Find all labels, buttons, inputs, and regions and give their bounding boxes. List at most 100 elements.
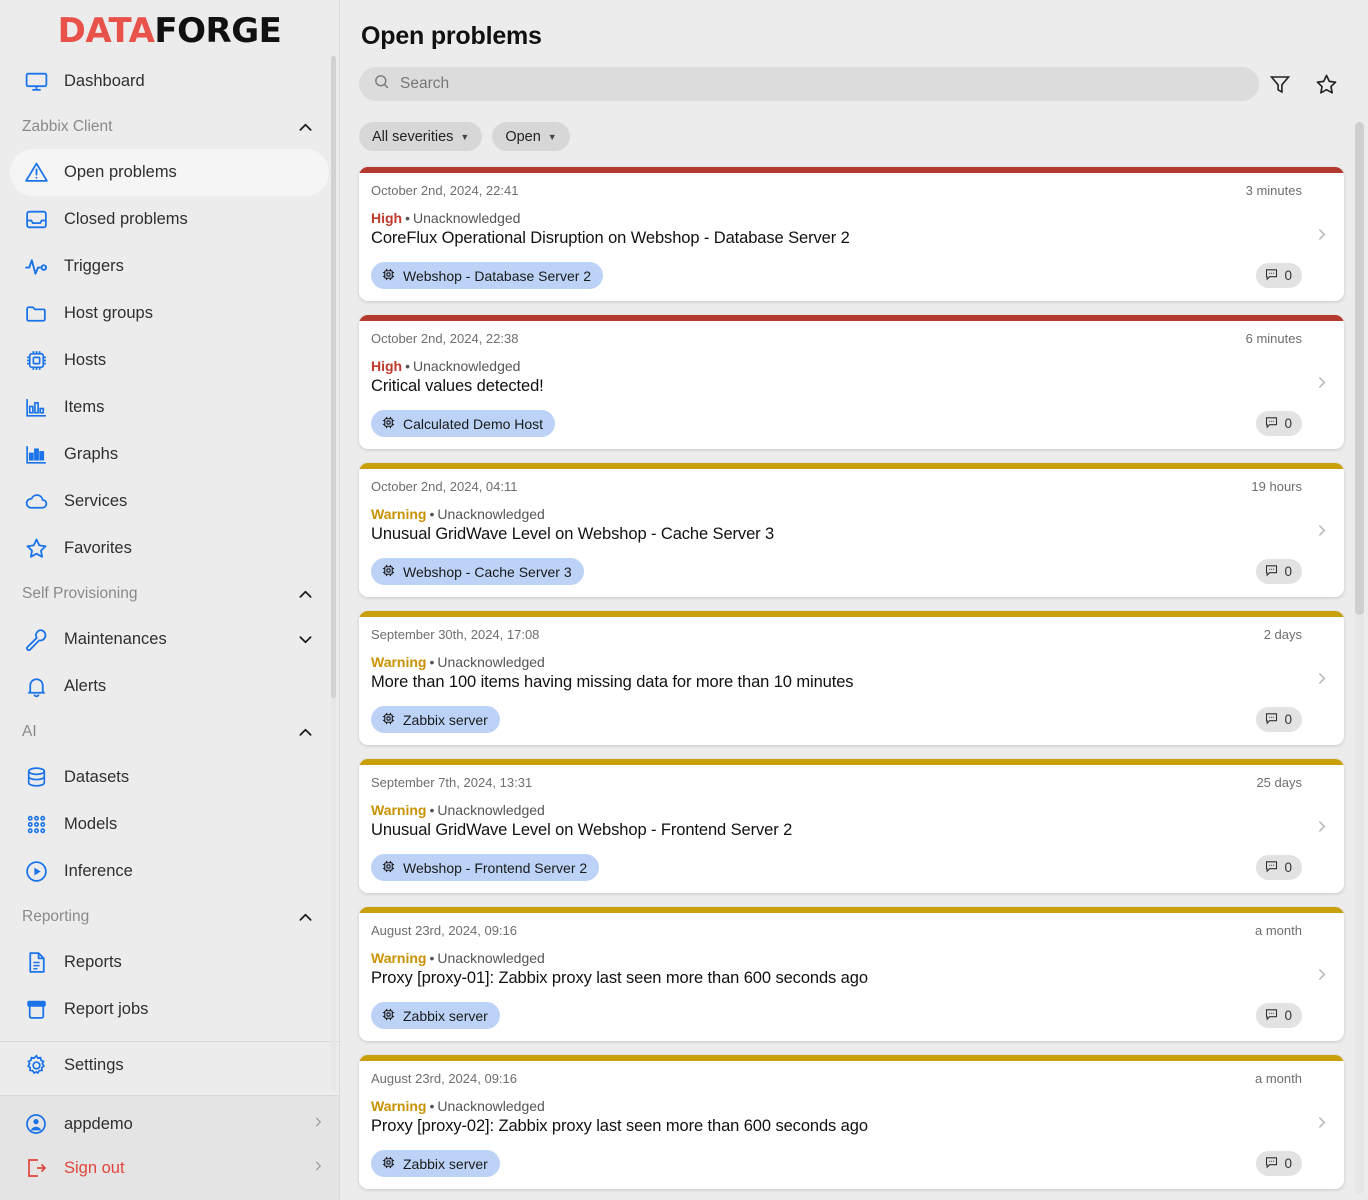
host-chip[interactable]: Calculated Demo Host [371, 410, 555, 437]
comment-count-badge[interactable]: 0 [1256, 263, 1302, 288]
main-content: Open problems Search [340, 0, 1368, 1200]
separator-dot: • [429, 506, 434, 522]
problem-card[interactable]: August 23rd, 2024, 09:16 a month Warning… [359, 1055, 1344, 1189]
sidebar-item-reports[interactable]: Reports [10, 939, 329, 986]
chevron-right-icon[interactable] [1313, 670, 1330, 692]
main-scrollbar-thumb[interactable] [1355, 122, 1364, 615]
sidebar-section-title: Reporting [22, 908, 89, 926]
chevron-right-icon[interactable] [1313, 1114, 1330, 1136]
severity-label: High [371, 358, 402, 374]
problem-card[interactable]: October 2nd, 2024, 22:41 3 minutes High•… [359, 167, 1344, 301]
filter-chip-status[interactable]: Open ▼ [492, 122, 569, 151]
sidebar-item-graphs[interactable]: Graphs [10, 431, 329, 478]
sidebar-item-models[interactable]: Models [10, 801, 329, 848]
sidebar-section-self-provisioning[interactable]: Self Provisioning [0, 572, 339, 616]
problem-card[interactable]: October 2nd, 2024, 22:38 6 minutes High•… [359, 315, 1344, 449]
sidebar-scrollbar-thumb[interactable] [331, 56, 336, 698]
sidebar-item-triggers[interactable]: Triggers [10, 243, 329, 290]
sidebar-item-host-groups[interactable]: Host groups [10, 290, 329, 337]
sidebar-item-closed-problems[interactable]: Closed problems [10, 196, 329, 243]
chevron-up-icon[interactable] [296, 908, 315, 927]
comment-count-badge[interactable]: 0 [1256, 411, 1302, 436]
filter-chip-severity[interactable]: All severities ▼ [359, 122, 482, 151]
brand-logo[interactable]: DATAFORGE [0, 0, 339, 58]
comment-count-badge[interactable]: 0 [1256, 1003, 1302, 1028]
search-icon [373, 73, 390, 95]
host-chip[interactable]: Zabbix server [371, 706, 500, 733]
speech-bubble-icon [1264, 267, 1279, 285]
cpu-chip-icon [381, 415, 396, 433]
sign-out-icon [22, 1154, 50, 1182]
chevron-right-icon [311, 1158, 325, 1178]
chevron-right-icon[interactable] [1313, 818, 1330, 840]
sidebar-item-sign-out[interactable]: Sign out [0, 1146, 339, 1190]
sidebar-item-items[interactable]: Items [10, 384, 329, 431]
sidebar-section-reporting[interactable]: Reporting [0, 895, 339, 939]
grid-dots-icon [22, 811, 50, 839]
comment-count: 0 [1284, 1156, 1292, 1171]
comment-count-badge[interactable]: 0 [1256, 1151, 1302, 1176]
app-root: DATAFORGE Dashboard Zabbix Client Open p… [0, 0, 1368, 1200]
chevron-right-icon[interactable] [1313, 226, 1330, 248]
severity-label: Warning [371, 654, 426, 670]
sidebar-item-appdemo-label: appdemo [64, 1115, 133, 1134]
ack-status: Unacknowledged [437, 654, 544, 670]
main-scrollbar-track[interactable] [1355, 122, 1364, 1194]
sidebar-item-report-jobs[interactable]: Report jobs [10, 986, 329, 1033]
sidebar-item-label: Report jobs [64, 1000, 148, 1019]
separator-dot: • [429, 1098, 434, 1114]
problem-age: 6 minutes [1246, 331, 1328, 346]
cpu-chip-icon [381, 563, 396, 581]
sidebar-item-services[interactable]: Services [10, 478, 329, 525]
archive-box-icon [22, 996, 50, 1024]
chevron-down-icon[interactable] [296, 630, 315, 649]
sidebar-item-label: Host groups [64, 304, 153, 323]
problem-card[interactable]: September 30th, 2024, 17:08 2 days Warni… [359, 611, 1344, 745]
problem-card[interactable]: September 7th, 2024, 13:31 25 days Warni… [359, 759, 1344, 893]
sidebar-item-alerts[interactable]: Alerts [10, 663, 329, 710]
chevron-right-icon[interactable] [1313, 522, 1330, 544]
comment-count: 0 [1284, 564, 1292, 579]
sidebar-item-settings[interactable]: Settings [10, 1042, 329, 1089]
chevron-up-icon[interactable] [296, 723, 315, 742]
sidebar-item-maintenances[interactable]: Maintenances [10, 616, 329, 663]
sidebar-item-inference[interactable]: Inference [10, 848, 329, 895]
chevron-right-icon[interactable] [1313, 374, 1330, 396]
host-chip[interactable]: Webshop - Cache Server 3 [371, 558, 584, 585]
comment-count-badge[interactable]: 0 [1256, 855, 1302, 880]
sidebar-item-datasets[interactable]: Datasets [10, 754, 329, 801]
chevron-up-icon[interactable] [296, 585, 315, 604]
star-icon [22, 535, 50, 563]
comment-count-badge[interactable]: 0 [1256, 559, 1302, 584]
sidebar-item-hosts[interactable]: Hosts [10, 337, 329, 384]
problem-card[interactable]: October 2nd, 2024, 04:11 19 hours Warnin… [359, 463, 1344, 597]
problem-card[interactable]: August 23rd, 2024, 09:16 a month Warning… [359, 907, 1344, 1041]
sidebar-item-open-problems[interactable]: Open problems [10, 149, 329, 196]
filter-funnel-icon[interactable] [1268, 72, 1292, 96]
chevron-up-icon[interactable] [296, 118, 315, 137]
search-input[interactable]: Search [359, 67, 1259, 101]
ack-status: Unacknowledged [437, 506, 544, 522]
sidebar-item-favorites[interactable]: Favorites [10, 525, 329, 572]
host-chip[interactable]: Webshop - Database Server 2 [371, 262, 603, 289]
host-chip[interactable]: Zabbix server [371, 1150, 500, 1177]
star-outline-icon[interactable] [1314, 72, 1339, 97]
sidebar-item-label: Reports [64, 953, 122, 972]
speech-bubble-icon [1264, 563, 1279, 581]
comment-count-badge[interactable]: 0 [1256, 707, 1302, 732]
sidebar-item-label: Settings [64, 1056, 124, 1075]
problem-title: Unusual GridWave Level on Webshop - Cach… [371, 525, 1328, 544]
host-chip[interactable]: Webshop - Frontend Server 2 [371, 854, 599, 881]
gear-icon [22, 1052, 50, 1080]
sidebar-scrollbar-track[interactable] [331, 56, 336, 1091]
problem-age: 19 hours [1251, 479, 1328, 494]
sidebar-section-ai[interactable]: AI [0, 710, 339, 754]
host-chip[interactable]: Zabbix server [371, 1002, 500, 1029]
sidebar-item-sign-out-label: Sign out [64, 1159, 125, 1178]
sidebar-item-appdemo[interactable]: appdemo [0, 1102, 339, 1146]
sidebar-section-zabbix-client[interactable]: Zabbix Client [0, 105, 339, 149]
problem-title: Proxy [proxy-02]: Zabbix proxy last seen… [371, 1117, 1328, 1136]
chevron-right-icon[interactable] [1313, 966, 1330, 988]
host-chip-label: Zabbix server [403, 1008, 488, 1024]
sidebar-item-dashboard[interactable]: Dashboard [10, 58, 329, 105]
